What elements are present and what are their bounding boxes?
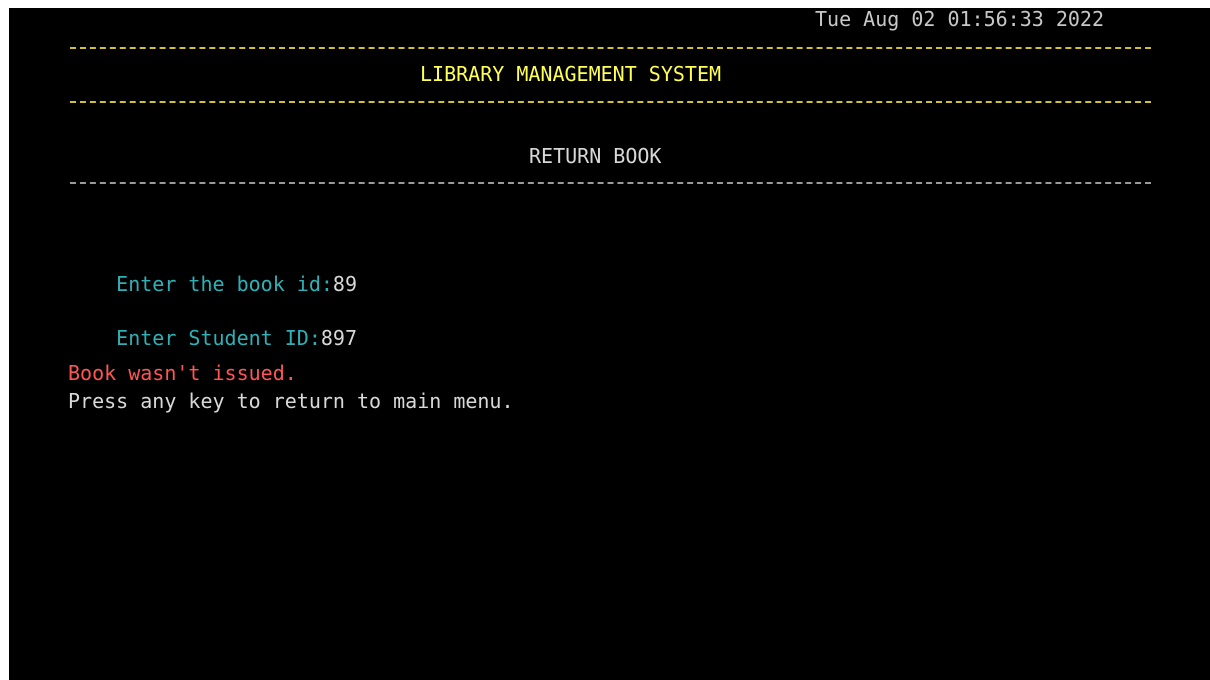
book-id-row: Enter the book id:89 (68, 254, 357, 314)
divider-below-title (70, 101, 1151, 103)
screen-title: RETURN BOOK (529, 144, 662, 168)
divider-top (70, 47, 1151, 49)
error-message: Book wasn't issued. (68, 361, 297, 385)
datetime-display: Tue Aug 02 01:56:33 2022 (815, 7, 1104, 31)
book-id-prompt: Enter the book id: (116, 272, 333, 296)
student-id-prompt: Enter Student ID: (116, 326, 321, 350)
divider-below-screen-title (70, 182, 1151, 184)
student-id-input[interactable]: 897 (321, 326, 357, 350)
continue-prompt: Press any key to return to main menu. (68, 389, 514, 413)
console-window[interactable]: Tue Aug 02 01:56:33 2022 LIBRARY MANAGEM… (9, 8, 1210, 680)
app-title: LIBRARY MANAGEMENT SYSTEM (420, 62, 722, 86)
book-id-input[interactable]: 89 (333, 272, 357, 296)
student-id-row: Enter Student ID:897 (68, 308, 357, 368)
